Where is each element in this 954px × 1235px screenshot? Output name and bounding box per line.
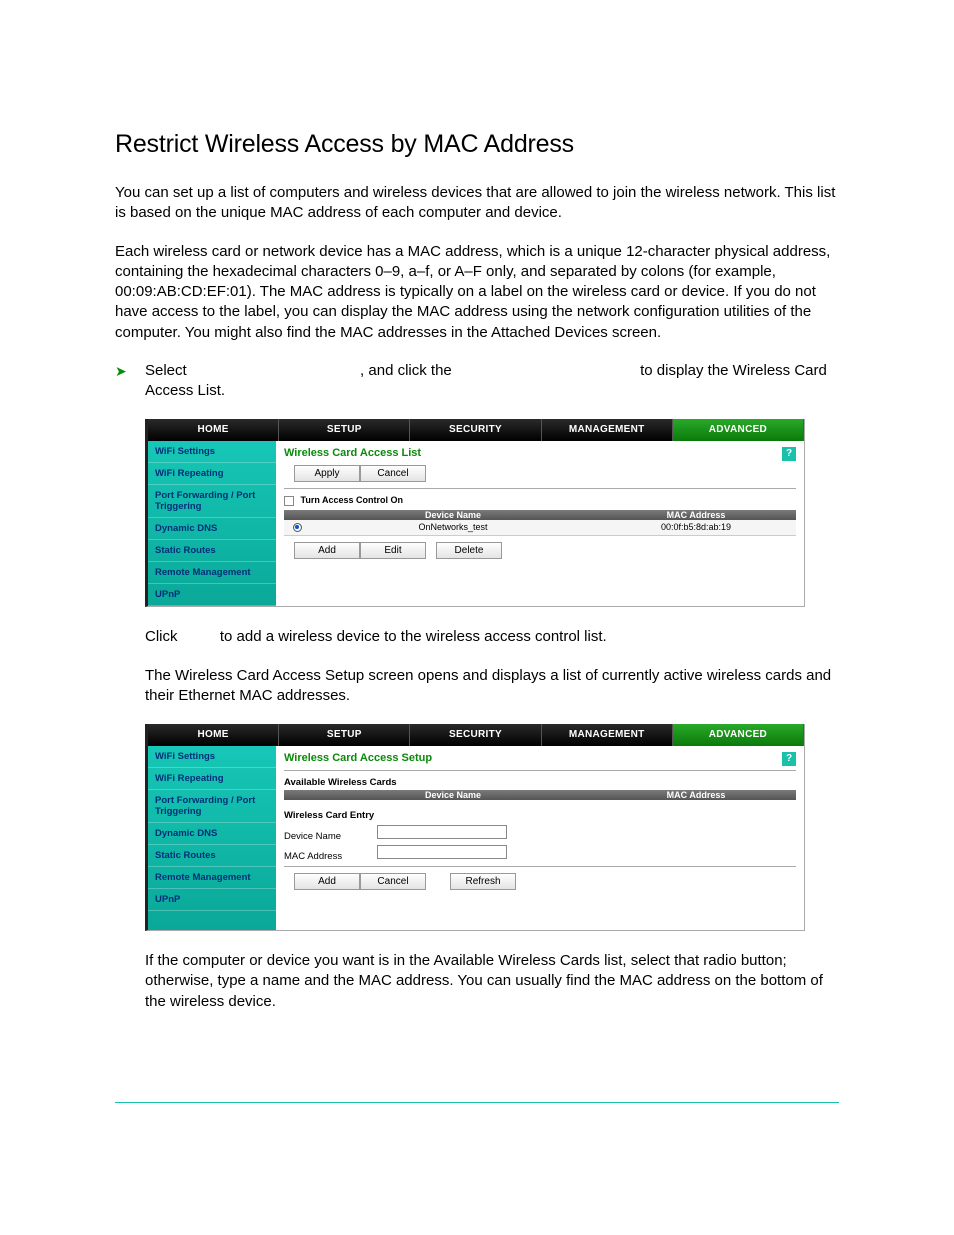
delete-button[interactable]: Delete [436,542,502,559]
sidebar-item-wifi-repeating[interactable]: WiFi Repeating [148,463,276,485]
mac-address-label: MAC Address [284,851,374,862]
sidebar-item-wifi-repeating[interactable]: WiFi Repeating [148,768,276,790]
tab-advanced[interactable]: ADVANCED [673,419,804,441]
entry-heading: Wireless Card Entry [284,810,796,821]
intro-p1: You can set up a list of computers and w… [115,183,839,224]
sidebar-item-upnp[interactable]: UPnP [148,889,276,911]
cancel-button[interactable]: Cancel [360,873,426,890]
sidebar-item-upnp[interactable]: UPnP [148,584,276,606]
col-device-name: Device Name [310,510,596,520]
intro-p2: Each wireless card or network device has… [115,242,839,343]
page-heading: Restrict Wireless Access by MAC Address [115,130,839,159]
tab-security[interactable]: SECURITY [410,419,541,441]
tab-home[interactable]: HOME [148,419,279,441]
help-icon[interactable]: ? [782,752,796,766]
table-row[interactable]: OnNetworks_test 00:0f:b5:8d:ab:19 [284,520,796,536]
turn-access-control-checkbox[interactable] [284,496,294,506]
cancel-button[interactable]: Cancel [360,465,426,482]
sidebar-item-static-routes[interactable]: Static Routes [148,540,276,562]
sidebar-item-remote-management[interactable]: Remote Management [148,562,276,584]
sidebar: WiFi Settings WiFi Repeating Port Forwar… [148,441,276,606]
row-device-name: OnNetworks_test [310,520,596,535]
tab-setup[interactable]: SETUP [279,724,410,746]
router-screenshot-1: HOME SETUP SECURITY MANAGEMENT ADVANCED … [145,419,805,607]
tab-advanced[interactable]: ADVANCED [673,724,804,746]
apply-button[interactable]: Apply [294,465,360,482]
col-mac-address: MAC Address [596,790,796,800]
step-arrow-icon: ➤ [115,363,127,380]
sidebar-item-dynamic-dns[interactable]: Dynamic DNS [148,823,276,845]
tab-management[interactable]: MANAGEMENT [542,419,673,441]
sidebar-item-port-forwarding[interactable]: Port Forwarding / Port Triggering [148,790,276,823]
step-a: Select , and click the to display the Wi… [145,361,839,402]
row-mac-address: 00:0f:b5:8d:ab:19 [596,520,796,535]
add-button[interactable]: Add [294,542,360,559]
col-mac-address: MAC Address [596,510,796,520]
refresh-button[interactable]: Refresh [450,873,516,890]
available-heading: Available Wireless Cards [284,777,796,788]
sidebar: WiFi Settings WiFi Repeating Port Forwar… [148,746,276,930]
edit-button[interactable]: Edit [360,542,426,559]
device-name-field[interactable] [377,825,507,839]
panel-title: Wireless Card Access List [284,447,796,459]
sidebar-item-wifi-settings[interactable]: WiFi Settings [148,441,276,463]
mac-address-field[interactable] [377,845,507,859]
turn-access-control-label: Turn Access Control On [301,495,404,505]
p3: The Wireless Card Access Setup screen op… [145,666,839,707]
tab-home[interactable]: HOME [148,724,279,746]
sidebar-item-wifi-settings[interactable]: WiFi Settings [148,746,276,768]
tab-setup[interactable]: SETUP [279,419,410,441]
p4: If the computer or device you want is in… [145,951,839,1012]
help-icon[interactable]: ? [782,447,796,461]
footer-rule [115,1102,839,1103]
add-button[interactable]: Add [294,873,360,890]
tab-management[interactable]: MANAGEMENT [542,724,673,746]
sidebar-item-dynamic-dns[interactable]: Dynamic DNS [148,518,276,540]
step-b: Click to add a wireless device to the wi… [145,627,839,647]
sidebar-item-port-forwarding[interactable]: Port Forwarding / Port Triggering [148,485,276,518]
panel-title: Wireless Card Access Setup [284,752,796,764]
row-radio[interactable] [293,523,302,532]
tab-security[interactable]: SECURITY [410,724,541,746]
router-screenshot-2: HOME SETUP SECURITY MANAGEMENT ADVANCED … [145,724,805,931]
col-device-name: Device Name [310,790,596,800]
sidebar-item-remote-management[interactable]: Remote Management [148,867,276,889]
sidebar-item-static-routes[interactable]: Static Routes [148,845,276,867]
device-name-label: Device Name [284,831,374,842]
